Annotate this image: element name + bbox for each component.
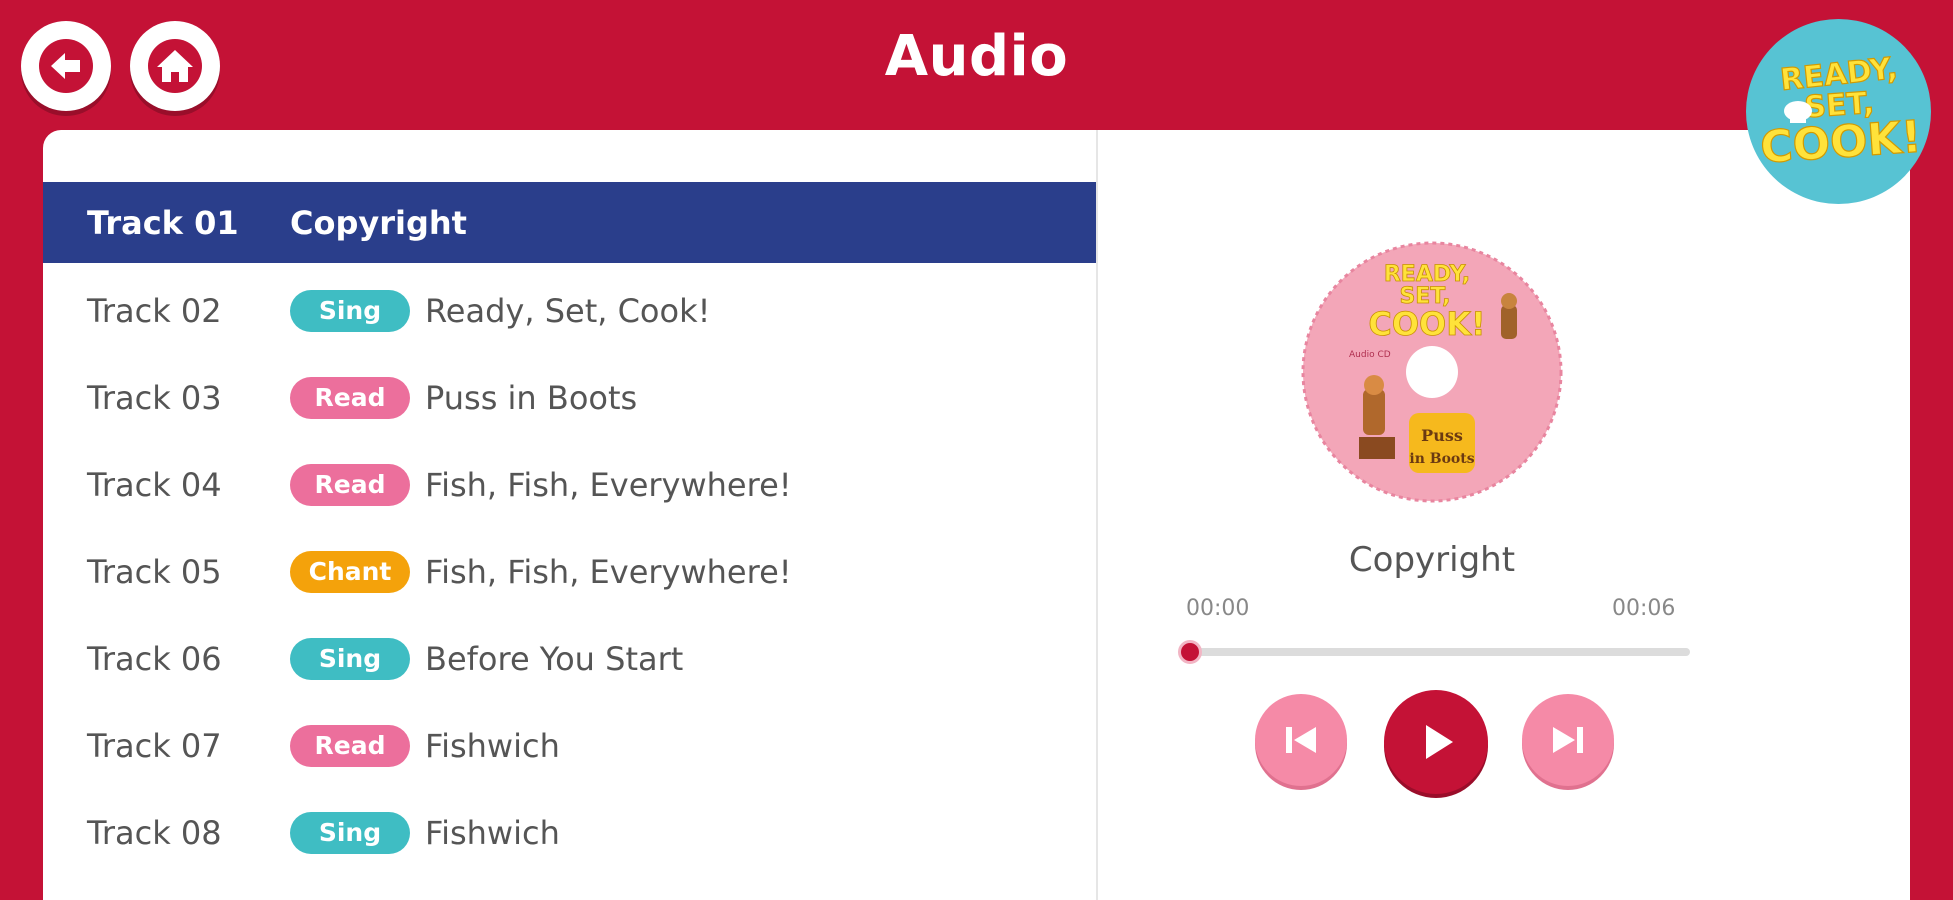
track-number: Track 05 [87,552,222,591]
track-title: Before You Start [425,639,684,678]
track-number: Track 02 [87,291,222,330]
progress-knob[interactable] [1178,640,1202,664]
progress-bar[interactable] [1178,640,1690,664]
play-icon [1426,725,1453,759]
svg-text:COOK!: COOK! [1759,111,1921,173]
track-number: Track 03 [87,378,222,417]
track-number: Track 04 [87,465,222,504]
header-bar: Audio [0,0,1953,130]
skip-previous-icon [1286,727,1316,753]
audio-player: READY, SET, COOK! Audio CD Puss in Boots… [1098,130,1910,900]
track-title: Fish, Fish, Everywhere! [425,465,792,504]
track-title: Fish, Fish, Everywhere! [425,552,792,591]
track-list: Track 01 Copyright Track 02 Sing Ready, … [43,182,1096,876]
track-row-08[interactable]: Track 08 Sing Fishwich [43,789,1096,876]
track-row-06[interactable]: Track 06 Sing Before You Start [43,615,1096,702]
play-button[interactable] [1384,690,1488,794]
sing-badge: Sing [290,289,410,332]
skip-next-icon [1553,727,1583,753]
svg-text:COOK!: COOK! [1368,305,1485,343]
track-row-07[interactable]: Track 07 Read Fishwich [43,702,1096,789]
track-title: Puss in Boots [425,378,638,417]
read-badge: Read [290,463,410,506]
track-title: Fishwich [425,813,560,852]
track-title: Copyright [290,203,467,242]
sing-badge: Sing [290,637,410,680]
logo-artwork: READY, SET, COOK! [1758,50,1921,174]
track-title: Ready, Set, Cook! [425,291,711,330]
read-badge: Read [290,724,410,767]
ready-set-cook-logo: READY, SET, COOK! [1746,19,1931,204]
cd-artwork: READY, SET, COOK! Audio CD Puss in Boots [1301,241,1563,503]
track-row-05[interactable]: Track 05 Chant Fish, Fish, Everywhere! [43,528,1096,615]
read-badge: Read [290,376,410,419]
track-number: Track 06 [87,639,222,678]
track-number: Track 08 [87,813,222,852]
page-title: Audio [884,24,1069,89]
track-row-03[interactable]: Track 03 Read Puss in Boots [43,354,1096,441]
current-time: 00:00 [1186,596,1250,621]
total-time: 00:06 [1612,596,1676,621]
svg-text:Audio CD: Audio CD [1349,350,1391,360]
svg-text:in Boots: in Boots [1409,451,1474,467]
content-panel: Track 01 Copyright Track 02 Sing Ready, … [43,130,1910,900]
next-track-button[interactable] [1522,694,1614,786]
track-row-02[interactable]: Track 02 Sing Ready, Set, Cook! [43,267,1096,354]
cd-disc-icon: READY, SET, COOK! Audio CD Puss in Boots [1301,241,1563,503]
sing-badge: Sing [290,811,410,854]
track-number: Track 01 [87,203,239,242]
previous-track-button[interactable] [1255,694,1347,786]
now-playing-title: Copyright [1348,540,1516,580]
track-row-04[interactable]: Track 04 Read Fish, Fish, Everywhere! [43,441,1096,528]
chant-badge: Chant [290,550,410,593]
track-title: Fishwich [425,726,560,765]
svg-text:Puss: Puss [1421,426,1463,445]
track-row-01[interactable]: Track 01 Copyright [43,182,1096,263]
track-number: Track 07 [87,726,222,765]
